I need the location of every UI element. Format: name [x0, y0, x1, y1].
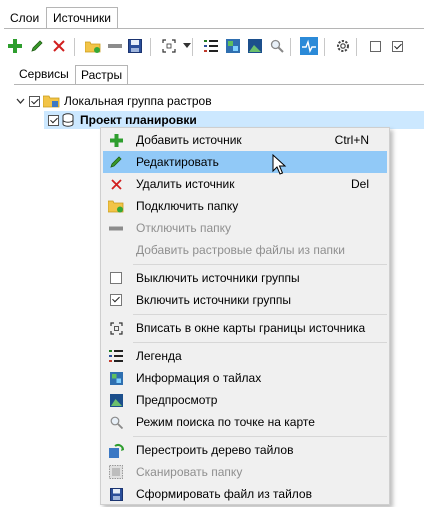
- toolbar-separator: [74, 38, 75, 56]
- tree-group-label: Локальная группа растров: [64, 94, 212, 108]
- preview-icon[interactable]: [246, 37, 264, 55]
- menu-separator: [133, 314, 387, 315]
- menu-item-preview[interactable]: Предпросмотр: [103, 389, 387, 411]
- menu-label: Выключить источники группы: [136, 271, 300, 285]
- source-checkbox[interactable]: [48, 114, 59, 126]
- minus-icon: [108, 220, 124, 236]
- menu-label: Добавить источник: [136, 133, 242, 147]
- context-menu: Добавить источник Ctrl+N Редактировать У…: [100, 127, 390, 505]
- disconnect-folder-icon[interactable]: [106, 37, 124, 55]
- chevron-down-icon[interactable]: [14, 98, 26, 104]
- menu-item-tile-info[interactable]: Информация о тайлах: [103, 367, 387, 389]
- database-icon: [62, 113, 74, 127]
- tabs-divider: [4, 28, 424, 29]
- save-icon[interactable]: [126, 37, 144, 55]
- preview-icon: [108, 392, 124, 408]
- tab-layers[interactable]: Слои: [4, 9, 45, 28]
- menu-label: Перестроить дерево тайлов: [136, 443, 294, 457]
- toolbar-separator: [324, 38, 325, 56]
- pencil-icon: [108, 154, 124, 170]
- menu-separator: [133, 342, 387, 343]
- menu-item-edit[interactable]: Редактировать: [103, 151, 387, 173]
- menu-separator: [133, 264, 387, 265]
- add-icon[interactable]: [6, 37, 24, 55]
- group-checkbox[interactable]: [29, 95, 40, 107]
- scan-folder-icon: [108, 464, 124, 480]
- tab-rasters[interactable]: Растры: [75, 65, 129, 85]
- toolbar-separator: [150, 38, 151, 56]
- menu-item-enable-group[interactable]: Включить источники группы: [103, 289, 387, 311]
- menu-label: Включить источники группы: [136, 293, 292, 307]
- toolbar-separator: [192, 38, 193, 56]
- menu-label: Режим поиска по точке на карте: [136, 415, 315, 429]
- menu-label: Вписать в окне карты границы источника: [136, 321, 366, 335]
- connect-folder-icon[interactable]: [84, 37, 102, 55]
- menu-item-rebuild-tree[interactable]: Перестроить дерево тайлов: [103, 439, 387, 461]
- checked-box-icon: [108, 292, 124, 308]
- close-icon: [108, 176, 124, 192]
- menu-label: Удалить источник: [136, 177, 235, 191]
- menu-item-fit-bounds[interactable]: Вписать в окне карты границы источника: [103, 317, 387, 339]
- toolbar-separator: [290, 38, 291, 56]
- tree-source-label: Проект планировки: [80, 113, 197, 127]
- fit-bounds-icon: [108, 320, 124, 336]
- activity-icon[interactable]: [300, 37, 318, 55]
- main-tabs: Слои Источники: [4, 7, 424, 29]
- menu-label: Предпросмотр: [136, 393, 218, 407]
- menu-item-point-search[interactable]: Режим поиска по точке на карте: [103, 411, 387, 433]
- menu-label: Редактировать: [136, 155, 219, 169]
- tree-group-row[interactable]: Локальная группа растров: [14, 92, 212, 110]
- menu-shortcut: Ctrl+N: [334, 133, 369, 147]
- search-icon: [108, 414, 124, 430]
- source-tabs: Сервисы Растры: [14, 65, 424, 85]
- pencil-icon[interactable]: [28, 37, 46, 55]
- fit-bounds-icon[interactable]: [160, 37, 178, 55]
- gear-icon[interactable]: [334, 37, 352, 55]
- plus-icon: [108, 132, 124, 148]
- menu-label: Сканировать папку: [136, 465, 243, 479]
- mouse-cursor-icon: [272, 153, 288, 176]
- menu-label: Отключить папку: [136, 221, 232, 235]
- menu-item-make-file[interactable]: Сформировать файл из тайлов: [103, 483, 387, 505]
- menu-label: Легенда: [136, 349, 182, 363]
- chevron-down-icon[interactable]: [178, 37, 196, 55]
- toolbar: [6, 36, 426, 58]
- menu-label: Информация о тайлах: [136, 371, 262, 385]
- save-icon: [108, 486, 124, 502]
- menu-label: Сформировать файл из тайлов: [136, 487, 312, 501]
- menu-separator: [133, 436, 387, 437]
- unchecked-box-icon: [108, 270, 124, 286]
- menu-item-disable-group[interactable]: Выключить источники группы: [103, 267, 387, 289]
- checked-box-icon[interactable]: [388, 37, 406, 55]
- folder-icon: [43, 94, 60, 108]
- tile-info-icon: [108, 370, 124, 386]
- menu-item-disconnect-folder[interactable]: Отключить папку: [103, 217, 387, 239]
- legend-icon[interactable]: [202, 37, 220, 55]
- menu-shortcut: Del: [350, 177, 369, 191]
- tab-sources[interactable]: Источники: [46, 7, 118, 29]
- menu-item-legend[interactable]: Легенда: [103, 345, 387, 367]
- unchecked-box-icon[interactable]: [366, 37, 384, 55]
- toolbar-separator: [356, 38, 357, 56]
- menu-item-connect-folder[interactable]: Подключить папку: [103, 195, 387, 217]
- tile-info-icon[interactable]: [224, 37, 242, 55]
- menu-label: Добавить растровые файлы из папки: [136, 243, 345, 257]
- legend-icon: [108, 348, 124, 364]
- menu-label: Подключить папку: [136, 199, 239, 213]
- tab-services[interactable]: Сервисы: [14, 65, 74, 84]
- search-icon[interactable]: [268, 37, 286, 55]
- menu-item-add-raster-files[interactable]: Добавить растровые файлы из папки: [103, 239, 387, 261]
- menu-item-delete-source[interactable]: Удалить источник Del: [103, 173, 387, 195]
- folder-add-icon: [108, 198, 124, 214]
- menu-item-scan-folder[interactable]: Сканировать папку: [103, 461, 387, 483]
- rebuild-tiles-icon: [108, 442, 124, 458]
- delete-icon[interactable]: [50, 37, 68, 55]
- menu-item-add-source[interactable]: Добавить источник Ctrl+N: [103, 129, 387, 151]
- sub-tabs-divider: [14, 84, 424, 85]
